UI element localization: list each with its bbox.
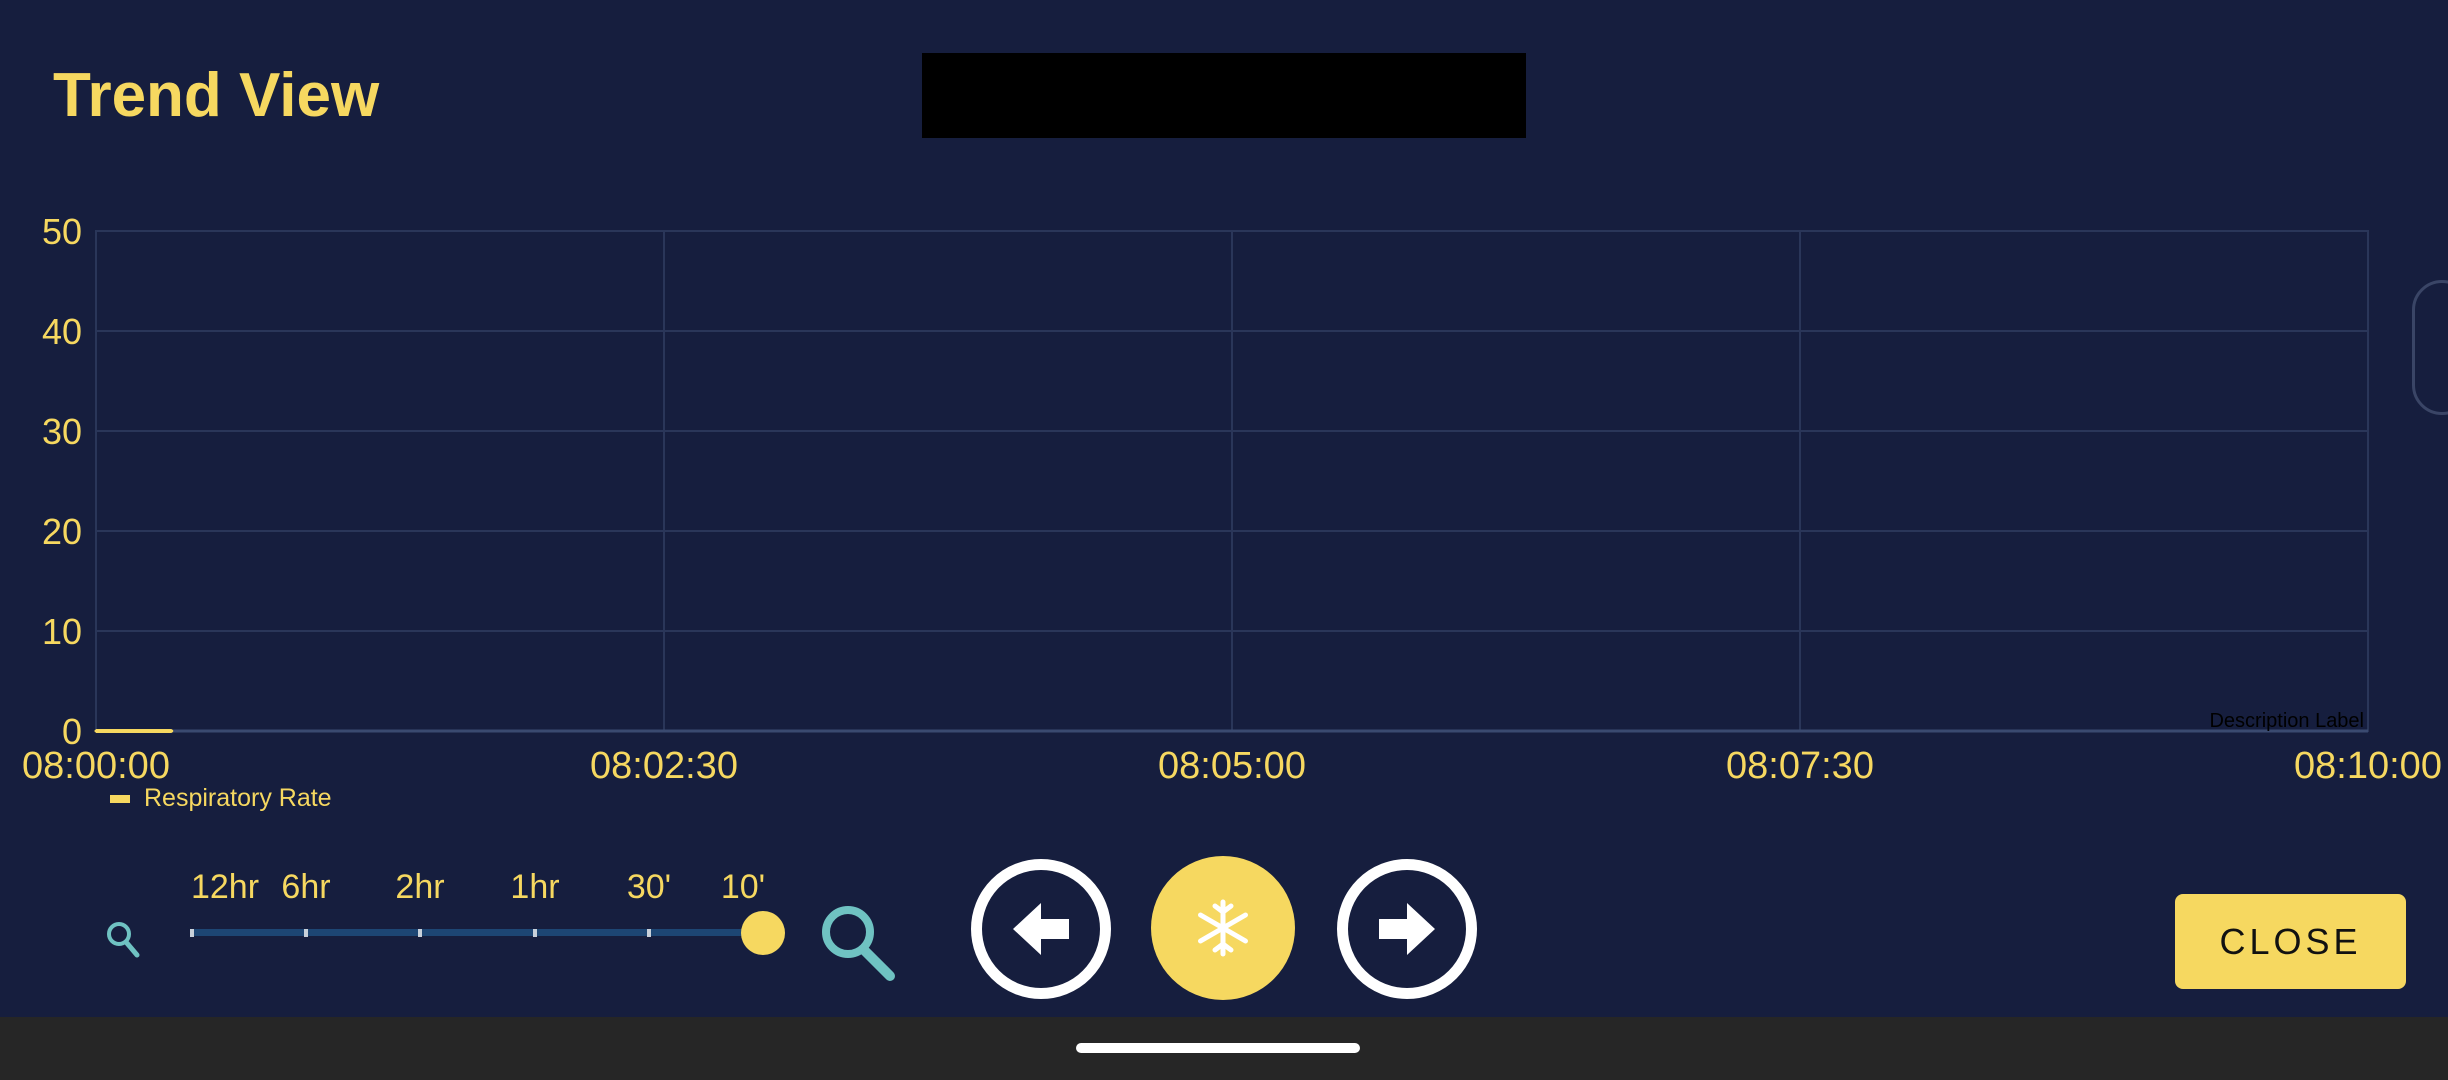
x-tick-label: 08:02:30 [590,745,738,787]
x-tick-label: 08:07:30 [1726,745,1874,787]
zoom-slider-tick [304,929,308,937]
data-point [132,729,136,733]
next-button[interactable] [1337,859,1477,999]
y-tick-label: 50 [42,211,82,252]
magnifier-large-icon[interactable] [814,898,900,984]
arrow-left-icon [1013,903,1069,955]
data-point [94,729,98,733]
zoom-slider-thumb[interactable] [741,911,785,955]
x-tick-label: 08:10:00 [2294,745,2442,787]
chart-legend: Respiratory Rate [110,784,332,813]
arrow-right-icon [1379,903,1435,955]
legend-label: Respiratory Rate [144,784,332,812]
zoom-slider-tick [190,929,194,937]
zoom-slider-tick [418,929,422,937]
zoom-level-label[interactable]: 2hr [395,868,444,907]
zoom-slider-tick [533,929,537,937]
x-tick-label: 08:00:00 [22,745,170,787]
redacted-region [922,53,1526,138]
x-tick-label: 08:05:00 [1158,745,1306,787]
data-point [170,729,174,733]
zoom-slider-track[interactable] [190,929,764,936]
freeze-button[interactable] [1151,856,1295,1000]
previous-button[interactable] [971,859,1111,999]
page-title: Trend View [53,61,380,130]
zoom-level-label[interactable]: 10' [721,868,765,907]
close-button[interactable]: CLOSE [2175,894,2406,989]
magnifier-small-icon[interactable] [104,918,144,962]
description-label: Description Label [2209,710,2364,732]
y-tick-label: 40 [42,311,82,352]
zoom-level-label[interactable]: 12hr [191,868,259,907]
zoom-slider-tick [647,929,651,937]
side-panel-handle[interactable] [2412,280,2448,415]
snowflake-icon [1198,899,1248,957]
home-indicator[interactable] [1076,1043,1360,1053]
zoom-level-label[interactable]: 6hr [281,868,330,907]
zoom-level-label[interactable]: 30' [627,868,671,907]
legend-swatch [110,794,130,803]
trend-chart: 0102030405008:00:00 08:02:30 08:05:00 08:07… [22,211,2442,787]
y-tick-label: 20 [42,511,82,552]
zoom-level-label[interactable]: 1hr [510,868,559,907]
y-tick-label: 30 [42,411,82,452]
y-tick-label: 10 [42,611,82,652]
